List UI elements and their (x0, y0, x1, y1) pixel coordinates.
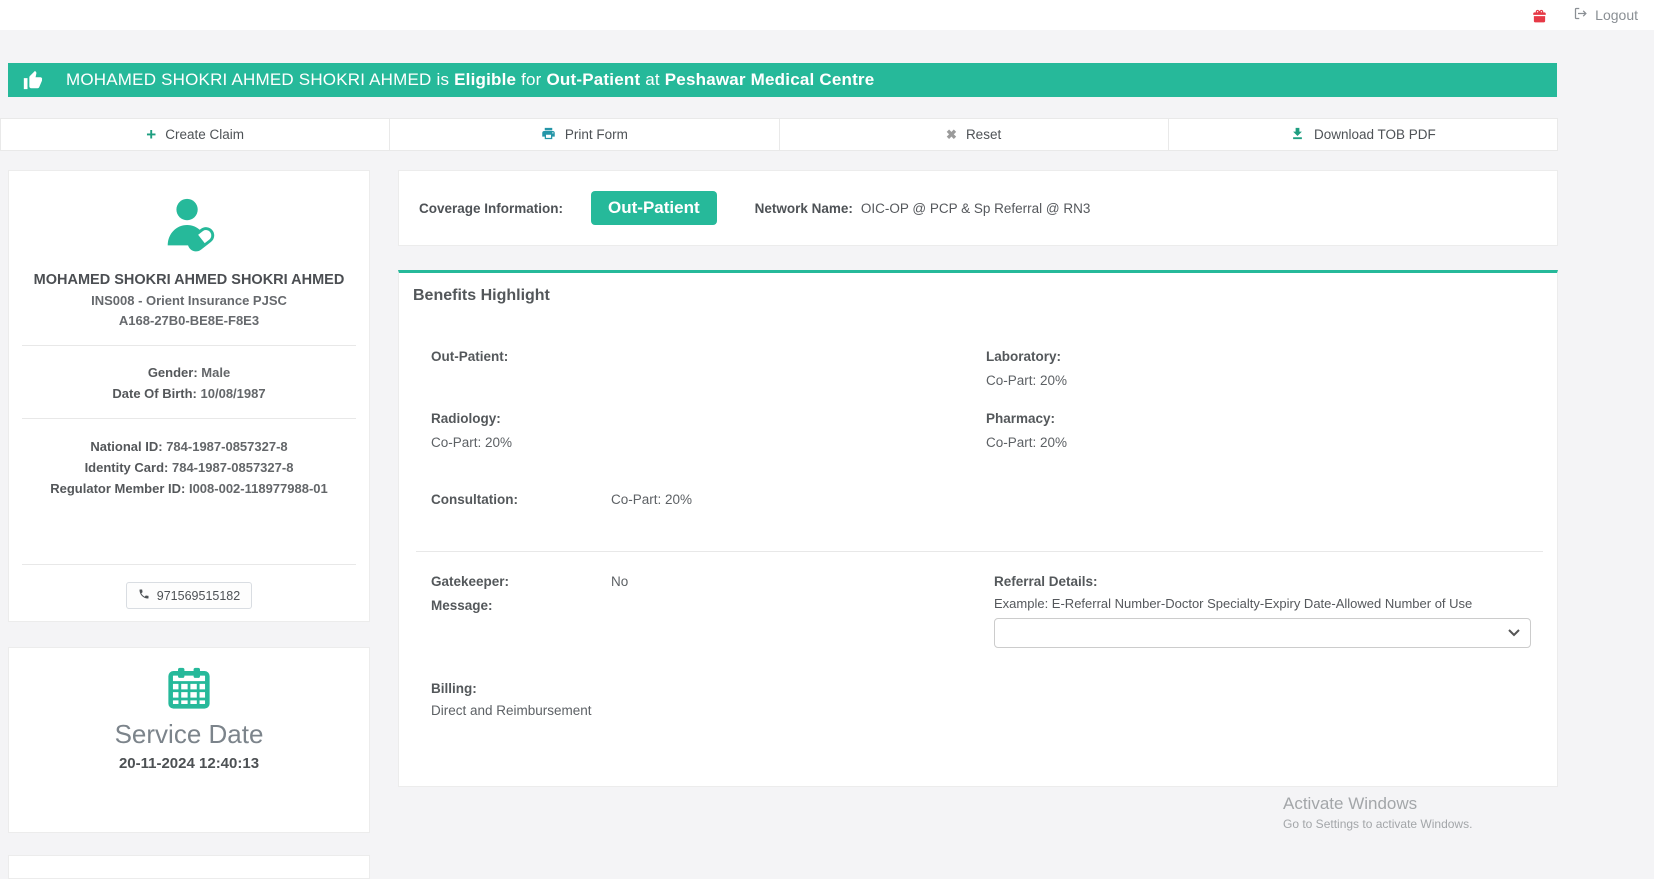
patient-name: MOHAMED SHOKRI AHMED SHOKRI AHMED (9, 272, 369, 288)
referral-example-text: Example: E-Referral Number-Doctor Specia… (994, 596, 1472, 611)
next-card-partial (8, 855, 370, 879)
print-form-button[interactable]: Print Form (390, 118, 779, 151)
plus-icon: + (146, 126, 156, 143)
banner-provider-name: Peshawar Medical Centre (665, 70, 875, 89)
phone-button[interactable]: 971569515182 (126, 582, 252, 609)
patient-card-code: A168-27B0-BE8E-F8E3 (9, 313, 369, 328)
calendar-icon (167, 697, 211, 714)
regulator-id-value: I008-002-118977988-01 (189, 481, 328, 496)
banner-status: Eligible (454, 70, 516, 89)
pharmacy-label: Pharmacy: (986, 411, 1055, 426)
laboratory-label: Laboratory: (986, 349, 1061, 364)
printer-icon (541, 126, 556, 144)
network-name-label: Network Name: (755, 201, 853, 216)
coverage-information-label: Coverage Information: (419, 201, 563, 216)
action-buttons-row: + Create Claim Print Form ✖ Reset Downlo… (0, 118, 1558, 151)
reset-button[interactable]: ✖ Reset (780, 118, 1169, 151)
close-icon: ✖ (946, 128, 957, 141)
dob-row: Date Of Birth: 10/08/1987 (9, 386, 369, 401)
billing-label: Billing: (431, 681, 477, 696)
consultation-value: Co-Part: 20% (611, 492, 692, 507)
banner-text: MOHAMED SHOKRI AHMED SHOKRI AHMED is Eli… (66, 70, 874, 90)
pharmacy-value: Co-Part: 20% (986, 435, 1067, 450)
gatekeeper-value: No (611, 574, 628, 589)
dob-value: 10/08/1987 (201, 386, 266, 401)
national-id-value: 784-1987-0857327-8 (166, 439, 287, 454)
banner-member-name: MOHAMED SHOKRI AHMED SHOKRI AHMED (66, 70, 432, 89)
patient-sidebar: MOHAMED SHOKRI AHMED SHOKRI AHMED INS008… (8, 170, 370, 879)
network-name-value: OIC-OP @ PCP & Sp Referral @ RN3 (861, 201, 1090, 216)
gender-value: Male (201, 365, 230, 380)
coverage-badge: Out-Patient (591, 191, 717, 225)
divider (22, 345, 356, 346)
top-navbar: Logout (0, 0, 1654, 30)
national-id-row: National ID: 784-1987-0857327-8 (9, 439, 369, 454)
identity-card-row: Identity Card: 784-1987-0857327-8 (9, 460, 369, 475)
download-tob-button[interactable]: Download TOB PDF (1169, 118, 1558, 151)
radiology-label: Radiology: (431, 411, 501, 426)
windows-activation-watermark: Activate Windows Go to Settings to activ… (1283, 794, 1472, 831)
identity-card-value: 784-1987-0857327-8 (172, 460, 293, 475)
benefits-highlight-card: Benefits Highlight Out-Patient: Laborato… (398, 270, 1558, 787)
service-date-card: Service Date 20-11-2024 12:40:13 (8, 647, 370, 833)
message-label: Message: (431, 598, 493, 613)
thumbs-up-icon (22, 69, 44, 91)
watermark-line2: Go to Settings to activate Windows. (1283, 817, 1472, 831)
create-claim-button[interactable]: + Create Claim (0, 118, 390, 151)
logout-icon (1573, 6, 1588, 24)
member-avatar-icon (158, 244, 220, 261)
watermark-line1: Activate Windows (1283, 794, 1472, 814)
service-date-title: Service Date (9, 719, 369, 750)
phone-icon (138, 588, 150, 603)
radiology-value: Co-Part: 20% (431, 435, 512, 450)
referral-details-select[interactable] (994, 618, 1531, 648)
coverage-information-card: Coverage Information: Out-Patient Networ… (398, 170, 1558, 246)
patient-card: MOHAMED SHOKRI AHMED SHOKRI AHMED INS008… (8, 170, 370, 622)
banner-coverage-type: Out-Patient (547, 70, 641, 89)
benefits-highlight-title: Benefits Highlight (413, 287, 550, 305)
referral-details-label: Referral Details: (994, 574, 1098, 589)
phone-number: 971569515182 (157, 589, 240, 603)
eligibility-banner: MOHAMED SHOKRI AHMED SHOKRI AHMED is Eli… (8, 63, 1557, 97)
gender-row: Gender: Male (9, 365, 369, 380)
chevron-down-icon (1508, 624, 1520, 642)
gatekeeper-label: Gatekeeper: (431, 574, 509, 589)
section-divider (416, 551, 1543, 552)
consultation-label: Consultation: (431, 492, 518, 507)
regulator-id-row: Regulator Member ID: I008-002-118977988-… (9, 481, 369, 496)
service-date-value: 20-11-2024 12:40:13 (9, 755, 369, 772)
main-content: Coverage Information: Out-Patient Networ… (398, 170, 1558, 787)
divider (22, 564, 356, 565)
logout-label: Logout (1595, 7, 1638, 23)
gift-icon[interactable] (1532, 8, 1547, 23)
divider (22, 418, 356, 419)
billing-value: Direct and Reimbursement (431, 703, 592, 718)
patient-insurer: INS008 - Orient Insurance PJSC (9, 293, 369, 308)
laboratory-value: Co-Part: 20% (986, 373, 1067, 388)
download-icon (1290, 126, 1305, 144)
out-patient-label: Out-Patient: (431, 349, 508, 364)
logout-link[interactable]: Logout (1573, 6, 1638, 24)
